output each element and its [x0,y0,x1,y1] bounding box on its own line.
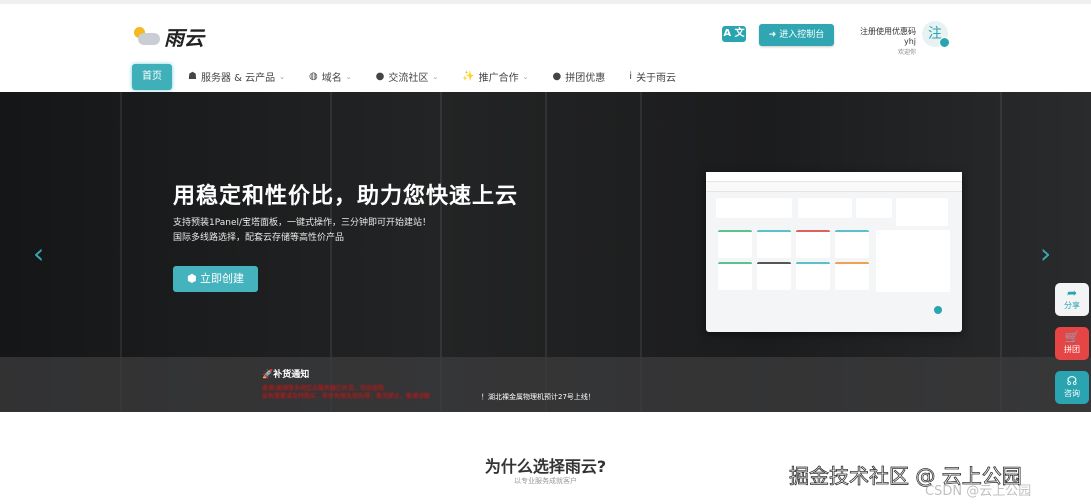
user-name: 注册使用优惠码yhj [860,27,916,46]
nav-label: 拼团优惠 [565,73,606,84]
notice-title: 🚀补货通知 [262,370,310,380]
consult-label: 咨询 [1064,389,1080,398]
nav-home[interactable]: 首页 [132,63,172,90]
brand-name: 雨云 [164,26,204,50]
chevron-down-icon: ⌄ [522,72,529,81]
user-greeting: 欢迎你 [897,49,916,56]
globe-icon: ◍ [309,71,318,82]
nav-label: 关于雨云 [636,73,677,84]
user-info[interactable]: 注册使用优惠码yhj 欢迎你 [848,26,916,56]
translate-icon[interactable]: A 文 [722,26,746,42]
csdn-watermark: CSDN @云上公园 [925,484,1032,499]
cta-label: 立即创建 [200,272,245,285]
cloud-sun-icon [132,25,160,49]
consult-button[interactable]: ☊ 咨询 [1055,371,1089,404]
chevron-down-icon: ⌄ [432,72,439,81]
nav-label: 推广合作 [478,73,519,84]
carousel-next-icon[interactable]: › [1040,237,1051,270]
notice-white-text: ！湖北裸金属物理机预计27号上线！ [481,393,595,401]
console-button[interactable]: ➜ 进入控制台 [759,24,834,46]
share-label: 分享 [1064,301,1080,310]
share-button[interactable]: ➦ 分享 [1055,283,1089,316]
nav-servers[interactable]: ☗ 服务器 & 云产品 ⌄ [188,69,285,84]
notice-line: 如有需要请及时购买，库存有限先到先得，售完即止，敬请谅解 [262,393,431,400]
main-nav: 首页 ☗ 服务器 & 云产品 ⌄ ◍ 域名 ⌄ ● 交流社区 ⌄ ✨ 推广合作 ⌄ ● 拼团优惠 … [132,63,700,90]
nav-label: 域名 [321,73,342,84]
nav-group-buy[interactable]: ● 拼团优惠 [553,69,606,84]
chevron-down-icon: ⌄ [279,72,285,81]
create-now-button[interactable]: ⬢ 立即创建 [173,266,258,292]
restock-notice: 🚀补货通知 香港/美国等多地区云服务器已补货，欢迎选购 如有需要请及时购买，库存有… [0,357,1091,412]
notice-red-text: 香港/美国等多地区云服务器已补货，欢迎选购 如有需要请及时购买，库存有限先到先得，… [262,385,430,401]
nav-domain[interactable]: ◍ 域名 ⌄ [309,69,352,84]
site-header: 雨云 A 文 ➜ 进入控制台 注册使用优惠码yhj 欢迎你 注 首页 ☗ 服务器 … [0,4,1091,92]
sparkle-icon: ✨ [462,71,475,82]
dashboard-preview-image [706,172,962,332]
cart-icon: 🛒 [1064,330,1080,344]
cube-icon: ⬢ [186,272,197,285]
info-icon: i [629,71,633,82]
nav-about[interactable]: i 关于雨云 [629,69,676,84]
cubes-icon: ☗ [188,71,197,82]
chat-badge-icon [939,37,950,48]
mouse-cursor-icon: ↖ [460,190,468,200]
chat-icon: ● [375,71,385,82]
group-buy-button[interactable]: 🛒 拼团 [1055,327,1089,360]
chevron-down-icon: ⌄ [345,72,352,81]
notice-title-text: 补货通知 [273,370,310,380]
nav-promotion[interactable]: ✨ 推广合作 ⌄ [462,69,528,84]
carousel-prev-icon[interactable]: ‹ [33,237,44,270]
console-label: 进入控制台 [779,30,825,40]
logo[interactable]: 雨云 [132,22,204,51]
avatar[interactable]: 注 [922,21,950,48]
group-label: 拼团 [1064,345,1080,354]
hero-subtitle: 支持预装1Panel/宝塔面板，一键式操作，三分钟即可开始建站！ 国际多线路选择，… [173,216,431,246]
nav-label: 服务器 & 云产品 [200,73,276,84]
headset-icon: ☊ [1066,374,1078,388]
hero-sub-line: 国际多线路选择，配套云存储等高性价产品 [173,233,345,243]
nav-community[interactable]: ● 交流社区 ⌄ [376,69,439,84]
hero-carousel: 用稳定和性价比，助力您快速上云 支持预装1Panel/宝塔面板，一键式操作，三分… [0,92,1091,412]
hero-sub-line: 支持预装1Panel/宝塔面板，一键式操作，三分钟即可开始建站！ [173,218,432,228]
notice-line: 香港/美国等多地区云服务器已补货，欢迎选购 [262,385,385,392]
fire-icon: ● [552,71,562,82]
share-icon: ➦ [1066,286,1078,300]
nav-label: 交流社区 [388,73,429,84]
